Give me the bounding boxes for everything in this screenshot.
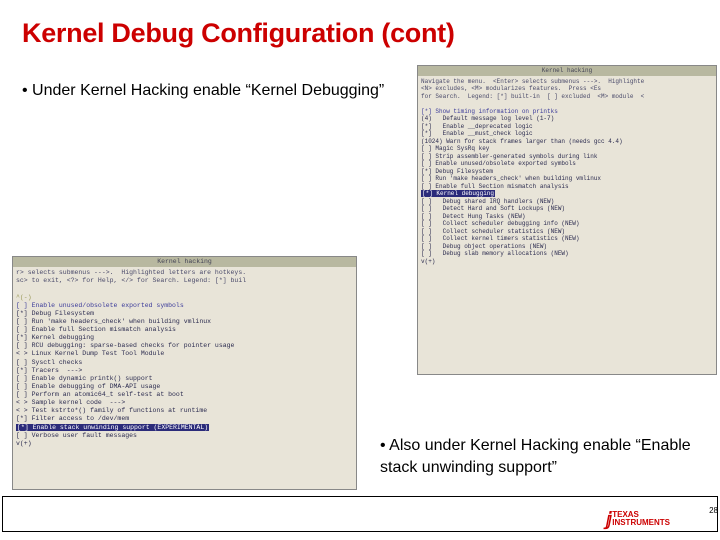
menu-item: [ ] Collect scheduler statistics (NEW)	[421, 228, 713, 236]
help-line: Navigate the menu. <Enter> selects subme…	[421, 78, 713, 86]
menu-item: [ ] RCU debugging: sparse-based checks f…	[16, 342, 353, 350]
scroll-up: ^(-)	[16, 294, 353, 302]
menu-item-selected-kernel-debugging: [*] Kernel debugging	[421, 190, 713, 198]
terminal-left: Kernel hacking r> selects submenus --->.…	[12, 256, 357, 490]
menu-item: [*] Tracers --->	[16, 367, 353, 375]
menu-item: [ ] Collect scheduler debugging info (NE…	[421, 220, 713, 228]
help-line: sc> to exit, <?> for Help, </> for Searc…	[16, 277, 353, 285]
menu-item: [ ] Perform an atomic64_t self-test at b…	[16, 391, 353, 399]
blank	[16, 285, 353, 293]
menu-item: [ ] Enable dynamic printk() support	[16, 375, 353, 383]
menu-item: (4) Default message log level (1-7)	[421, 115, 713, 123]
terminal-right-header: Kernel hacking	[418, 66, 716, 76]
menu-item: [ ] Magic SysRq key	[421, 145, 713, 153]
menu-item: [*] Debug Filesystem	[421, 168, 713, 176]
menu-item: [*] Enable __deprecated logic	[421, 123, 713, 131]
menu-item: < > Test kstrto*() family of functions a…	[16, 407, 353, 415]
scroll-down: v(+)	[421, 258, 713, 266]
ti-logo-icon: ⅉ	[606, 510, 609, 528]
menu-item: [ ] Verbose user fault messages	[16, 432, 353, 440]
blank	[421, 100, 713, 108]
menu-item: [ ] Debug slab memory allocations (NEW)	[421, 250, 713, 258]
help-line: for Search. Legend: [*] built-in [ ] exc…	[421, 93, 713, 101]
ti-logo: ⅉ TEXAS INSTRUMENTS	[606, 510, 670, 528]
slide-title: Kernel Debug Configuration (cont)	[22, 18, 455, 49]
menu-item: [*] Enable __must_check logic	[421, 130, 713, 138]
help-line: r> selects submenus --->. Highlighted le…	[16, 269, 353, 277]
menu-item: [ ] Detect Hard and Soft Lockups (NEW)	[421, 205, 713, 213]
ti-logo-text2: INSTRUMENTS	[612, 519, 670, 527]
bullet-stack-unwinding: Also under Kernel Hacking enable “Enable…	[380, 435, 700, 478]
scroll-down: v(+)	[16, 440, 353, 448]
menu-item: < > Sample kernel code --->	[16, 399, 353, 407]
menu-item: (1024) Warn for stack frames larger than…	[421, 138, 713, 146]
menu-item: [ ] Debug shared IRQ handlers (NEW)	[421, 198, 713, 206]
page-number: 28	[709, 506, 718, 515]
menu-item: < > Linux Kernel Dump Test Tool Module	[16, 350, 353, 358]
terminal-right: Kernel hacking Navigate the menu. <Enter…	[417, 65, 717, 375]
menu-item: [*] Filter access to /dev/mem	[16, 415, 353, 423]
menu-item: [ ] Run 'make headers_check' when buildi…	[421, 175, 713, 183]
bullet-kernel-debugging: Under Kernel Hacking enable “Kernel Debu…	[22, 80, 392, 102]
help-line: <N> excludes, <M> modularizes features. …	[421, 85, 713, 93]
menu-item: [ ] Strip assembler-generated symbols du…	[421, 153, 713, 161]
menu-item: [ ] Sysctl checks	[16, 359, 353, 367]
menu-item: [ ] Run 'make headers_check' when buildi…	[16, 318, 353, 326]
menu-item: [ ] Enable unused/obsolete exported symb…	[421, 160, 713, 168]
menu-item: [*] Debug Filesystem	[16, 310, 353, 318]
menu-item: [ ] Collect kernel timers statistics (NE…	[421, 235, 713, 243]
menu-item-selected-stack-unwinding: [*] Enable stack unwinding support (EXPE…	[16, 424, 353, 432]
menu-item: [*] Show timing information on printks	[421, 108, 713, 116]
menu-item: [ ] Enable full Section mismatch analysi…	[421, 183, 713, 191]
terminal-left-header: Kernel hacking	[13, 257, 356, 267]
menu-item: [ ] Enable full Section mismatch analysi…	[16, 326, 353, 334]
menu-item: [ ] Detect Hung Tasks (NEW)	[421, 213, 713, 221]
menu-item: [ ] Enable unused/obsolete exported symb…	[16, 302, 353, 310]
menu-item: [ ] Enable debugging of DMA-API usage	[16, 383, 353, 391]
menu-item: [*] Kernel debugging	[16, 334, 353, 342]
menu-item: [ ] Debug object operations (NEW)	[421, 243, 713, 251]
